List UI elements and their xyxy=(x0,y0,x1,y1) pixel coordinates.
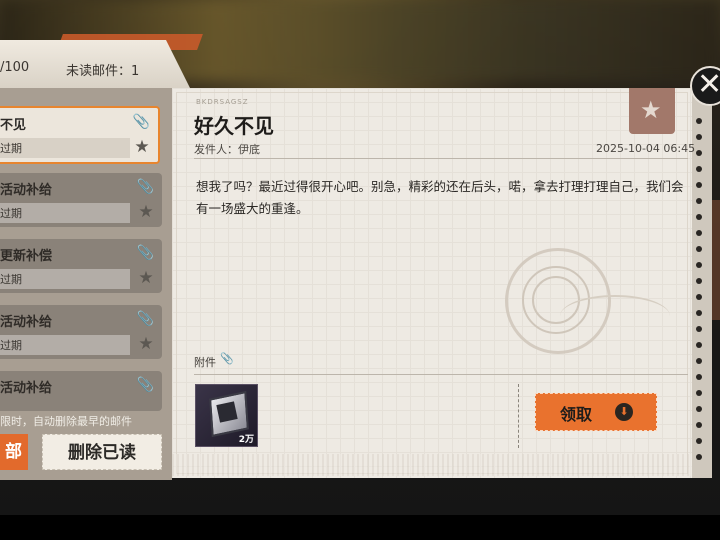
mail-item-title: 活动补给 xyxy=(0,381,53,396)
mail-list-item[interactable]: 活动补给 📎 过期 ★ xyxy=(0,173,162,227)
paperclip-icon: 📎 xyxy=(132,114,150,130)
star-icon[interactable]: ★ xyxy=(136,203,156,221)
letterbox-bar xyxy=(0,515,720,540)
letter-body: 想我了吗？最近过得很开心吧。别急，精彩的还在后头，喏，拿去打理打理自己，我们会有… xyxy=(196,179,684,216)
close-icon: ✕ xyxy=(697,67,720,102)
mail-item-status-bar: 过期 xyxy=(0,269,130,289)
download-arrow-icon: ⬇ xyxy=(615,403,633,421)
star-icon[interactable]: ★ xyxy=(136,269,156,287)
unread-count: 未读邮件：1 xyxy=(66,64,140,79)
mail-item-status: 过期 xyxy=(0,207,22,220)
mail-count: /100 xyxy=(0,60,30,75)
delete-all-button[interactable]: 部 xyxy=(0,434,28,470)
material-item-icon-inner xyxy=(216,401,238,423)
postmark-wave xyxy=(560,295,670,337)
mail-item-status: 过期 xyxy=(0,142,22,155)
attachment-label: 附件 xyxy=(194,356,216,369)
star-icon[interactable]: ★ xyxy=(136,335,156,353)
paperclip-icon: 📎 xyxy=(136,311,154,327)
mail-list-item[interactable]: 活动补给 📎 xyxy=(0,371,162,411)
mail-item-title: 活动补给 xyxy=(0,183,53,198)
letter-date: 2025-10-04 06:45 xyxy=(596,142,696,155)
star-icon: ★ xyxy=(640,96,662,124)
mail-item-status-bar: 过期 xyxy=(0,335,130,355)
mail-item-title: 不见 xyxy=(0,118,27,133)
letter-title: 好久不见 xyxy=(194,114,274,138)
star-icon[interactable]: ★ xyxy=(132,138,152,156)
divider xyxy=(518,384,519,448)
attachment-quantity: 2万 xyxy=(238,435,254,445)
mail-item-status-bar: 过期 xyxy=(0,203,130,223)
paperclip-icon: 📎 xyxy=(220,352,234,365)
auto-delete-notice: 限时，自动删除最早的邮件 xyxy=(0,415,132,428)
divider xyxy=(194,374,688,375)
mail-item-status-bar: 过期 xyxy=(0,138,130,158)
mail-item-title: 更新补偿 xyxy=(0,249,53,264)
attachment-item[interactable]: 2万 xyxy=(195,384,258,447)
letter-code: BKDRSAGSZ xyxy=(196,98,249,106)
claim-button-label: 领取 xyxy=(560,405,593,424)
claim-button[interactable] xyxy=(535,393,657,431)
mail-item-title: 活动补给 xyxy=(0,315,53,330)
mail-list-item[interactable]: 更新补偿 📎 过期 ★ xyxy=(0,239,162,293)
delete-read-button[interactable]: 删除已读 xyxy=(42,434,162,470)
paperclip-icon: 📎 xyxy=(136,377,154,393)
paperclip-icon: 📎 xyxy=(136,179,154,195)
mail-list-item[interactable]: 活动补给 📎 过期 ★ xyxy=(0,305,162,359)
mail-item-status: 过期 xyxy=(0,273,22,286)
divider xyxy=(194,158,688,159)
letter-sender: 发件人：伊底 xyxy=(194,143,260,156)
mail-list-item[interactable]: 不见 📎 过期 ★ xyxy=(0,106,160,164)
letter-bottom-strip xyxy=(172,454,692,476)
paperclip-icon: 📎 xyxy=(136,245,154,261)
mail-item-status: 过期 xyxy=(0,339,22,352)
